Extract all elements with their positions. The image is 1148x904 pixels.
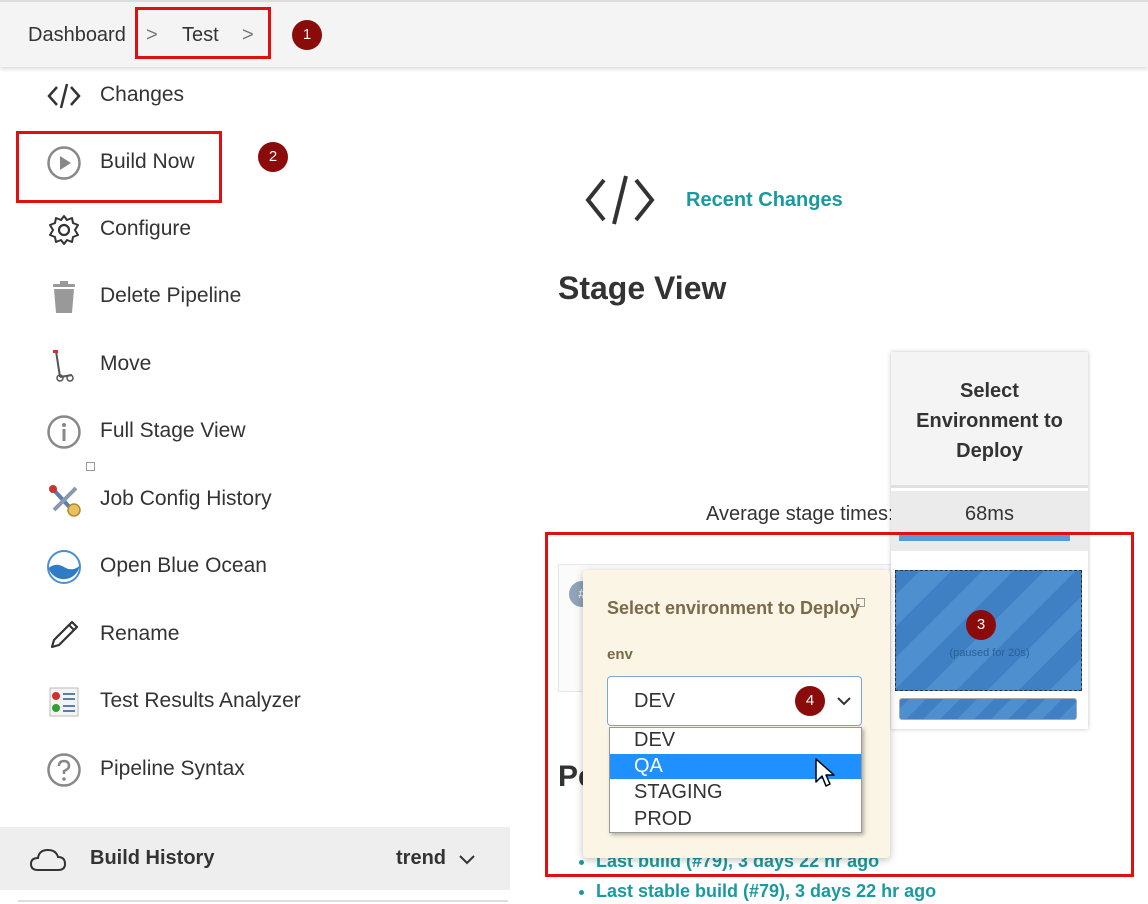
- sidebar-item-job-config-history[interactable]: Job Config History: [0, 470, 500, 530]
- stage-header: Select Environment to Deploy: [891, 352, 1088, 488]
- sidebar-item-label: Delete Pipeline: [100, 284, 242, 307]
- permalink-last-stable-build[interactable]: Last stable build (#79), 3 days 22 hr ag…: [596, 876, 936, 904]
- sidebar-item-configure[interactable]: Configure: [0, 200, 500, 260]
- code-icon: [47, 83, 81, 109]
- info-icon: [47, 415, 81, 449]
- stage-view-title: Stage View: [558, 270, 727, 306]
- build-history-header: Build History trend: [0, 827, 510, 890]
- trend-link[interactable]: trend: [396, 847, 446, 870]
- sidebar-item-label: Job Config History: [100, 487, 272, 510]
- sidebar-item-rename[interactable]: Rename: [0, 605, 500, 665]
- stage-average-time: 68ms: [965, 503, 1014, 525]
- annotation-box-stage: [545, 532, 1134, 877]
- average-stage-times-label: Average stage times:: [706, 503, 894, 525]
- recent-changes-link[interactable]: Recent Changes: [686, 189, 843, 212]
- cloud-icon: [29, 848, 67, 871]
- build-history-label: Build History: [90, 847, 215, 869]
- sidebar-item-label: Test Results Analyzer: [100, 689, 301, 712]
- sidebar-item-label: Open Blue Ocean: [100, 554, 267, 577]
- sidebar-item-pipeline-syntax[interactable]: Pipeline Syntax: [0, 740, 500, 800]
- sidebar-item-test-results-analyzer[interactable]: Test Results Analyzer: [0, 672, 500, 732]
- hand-truck-icon: [53, 350, 74, 382]
- sidebar-item-open-blue-ocean[interactable]: Open Blue Ocean: [0, 537, 500, 597]
- callout-badge-2: 2: [258, 142, 288, 172]
- callout-badge-1: 1: [292, 20, 322, 50]
- chevron-down-icon[interactable]: [458, 853, 476, 867]
- annotation-box-breadcrumb: [135, 7, 271, 59]
- annotation-box-build-now: [16, 131, 222, 203]
- code-icon: [585, 175, 655, 225]
- sidebar-item-label: Rename: [100, 622, 180, 645]
- test-results-icon: [49, 687, 79, 717]
- blue-ocean-icon: [47, 550, 81, 584]
- sidebar-item-label: Changes: [100, 83, 185, 106]
- sidebar-item-label: Pipeline Syntax: [100, 757, 245, 780]
- sidebar-item-changes[interactable]: Changes: [0, 66, 500, 126]
- tools-icon: [49, 485, 81, 517]
- sidebar-item-full-stage-view[interactable]: Full Stage View: [0, 402, 500, 462]
- help-icon: [47, 753, 81, 787]
- sidebar-item-move[interactable]: Move: [0, 335, 500, 395]
- pencil-icon: [50, 620, 79, 649]
- sidebar-item-delete-pipeline[interactable]: Delete Pipeline: [0, 267, 500, 327]
- trash-icon: [53, 281, 75, 313]
- gear-icon: [49, 215, 79, 245]
- sidebar-item-label: Full Stage View: [100, 419, 246, 442]
- divider: [18, 900, 508, 902]
- sidebar-item-label: Configure: [100, 217, 192, 240]
- sidebar-item-label: Move: [100, 352, 152, 375]
- breadcrumb-dashboard[interactable]: Dashboard: [28, 24, 126, 47]
